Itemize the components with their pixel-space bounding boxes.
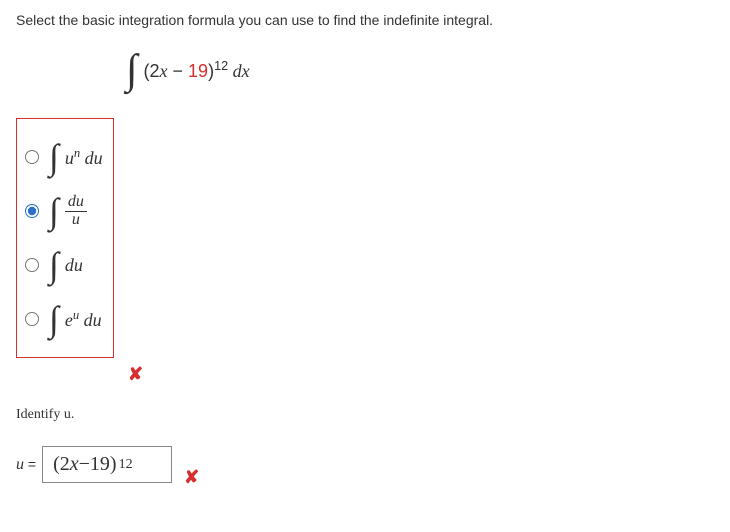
expr-minus: − [168,61,189,81]
opt2-du-d: d [68,193,76,210]
identify-prompt: Identify u. [16,405,714,423]
incorrect-icon: ✘ [128,364,143,385]
eq-sign: = [24,456,36,472]
integral-sign-icon: ∫ [49,136,59,178]
ans-open: (2 [53,453,70,476]
expr-x: x [160,61,168,81]
opt2-den: u [69,212,83,229]
ans-exp: 12 [119,457,133,473]
option-4-math: ∫ eu du [49,298,102,340]
opt2-du-u: u [76,193,84,210]
ans-num: 19 [90,453,110,476]
u-label: u [16,456,24,473]
option-1-math: ∫ un du [49,136,103,178]
option-2-math: ∫ du u [49,190,87,232]
identify-text: Identify u. [16,407,74,422]
opt1-du-u: u [94,148,103,168]
options-group: ∫ un du ∫ du u ∫ du ∫ eu du [16,118,114,358]
question-prompt: Select the basic integration formula you… [16,12,714,28]
opt1-u: u [65,148,74,168]
integral-sign-icon: ∫ [126,46,138,94]
option-3-math: ∫ du [49,244,83,286]
option-log-rule[interactable]: ∫ du u [25,189,103,233]
option-constant-rule[interactable]: ∫ du [25,243,103,287]
ans-close: ) [110,453,117,476]
option-exp-rule[interactable]: ∫ eu du [25,297,103,341]
opt4-du-d: d [79,310,93,330]
radio-option-2[interactable] [25,204,39,218]
ans-minus: − [79,453,90,476]
u-answer-row: u = (2x − 19)12 ✘ [16,441,714,488]
opt2-fraction: du u [65,194,87,229]
opt3-du-u: u [74,255,83,275]
expr-dx-d: d [228,61,242,81]
expr-constant: 19 [188,61,208,81]
u-answer-input[interactable]: (2x − 19)12 [42,446,172,483]
ans-x: x [70,453,79,476]
incorrect-icon: ✘ [184,467,199,488]
radio-option-3[interactable] [25,258,39,272]
opt4-du-u: u [93,310,102,330]
expr-exponent: 12 [214,59,228,73]
integral-sign-icon: ∫ [49,190,59,232]
option-power-rule[interactable]: ∫ un du [25,135,103,179]
expr-dx-x: x [242,61,250,81]
radio-option-1[interactable] [25,150,39,164]
opt4-e: e [65,310,73,330]
opt1-du-d: d [80,148,94,168]
expr-open: (2 [144,61,160,81]
integral-expression: ∫ (2x − 19)12 dx [126,46,714,94]
radio-option-4[interactable] [25,312,39,326]
integral-sign-icon: ∫ [49,244,59,286]
opt3-du-d: d [65,255,74,275]
integral-sign-icon: ∫ [49,298,59,340]
